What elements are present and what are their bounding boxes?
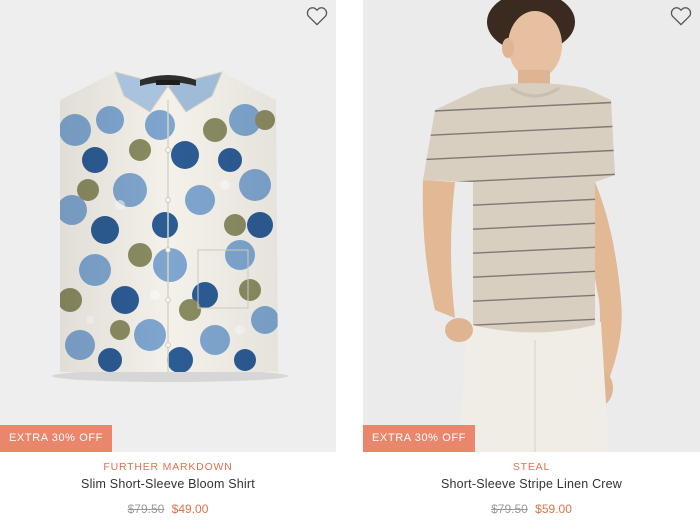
- product-info: STEAL Short-Sleeve Stripe Linen Crew $79…: [363, 452, 700, 516]
- sale-price: $59.00: [535, 502, 572, 516]
- product-info: FURTHER MARKDOWN Slim Short-Sleeve Bloom…: [0, 452, 336, 516]
- heart-outline-icon[interactable]: [306, 6, 328, 26]
- product-image[interactable]: EXTRA 30% OFF: [363, 0, 700, 452]
- promo-badge: EXTRA 30% OFF: [0, 425, 112, 452]
- product-image[interactable]: EXTRA 30% OFF: [0, 0, 336, 452]
- product-grid: EXTRA 30% OFF FURTHER MARKDOWN Slim Shor…: [0, 0, 700, 531]
- product-name-link[interactable]: Short-Sleeve Stripe Linen Crew: [363, 477, 700, 491]
- price-row: $79.50 $49.00: [0, 502, 336, 516]
- price-row: $79.50 $59.00: [363, 502, 700, 516]
- original-price: $79.50: [127, 502, 165, 516]
- product-name-link[interactable]: Slim Short-Sleeve Bloom Shirt: [0, 477, 336, 491]
- product-card[interactable]: EXTRA 30% OFF FURTHER MARKDOWN Slim Shor…: [0, 0, 336, 531]
- heart-outline-icon[interactable]: [670, 6, 692, 26]
- promo-badge: EXTRA 30% OFF: [363, 425, 475, 452]
- sale-price: $49.00: [171, 502, 209, 516]
- product-tag: STEAL: [512, 461, 551, 473]
- original-price: $79.50: [491, 502, 528, 516]
- floral-shirt-image: [52, 71, 288, 382]
- product-card[interactable]: EXTRA 30% OFF STEAL Short-Sleeve Stripe …: [363, 0, 700, 531]
- product-tag: FURTHER MARKDOWN: [103, 461, 233, 473]
- model-stripe-tee-image: [422, 0, 622, 452]
